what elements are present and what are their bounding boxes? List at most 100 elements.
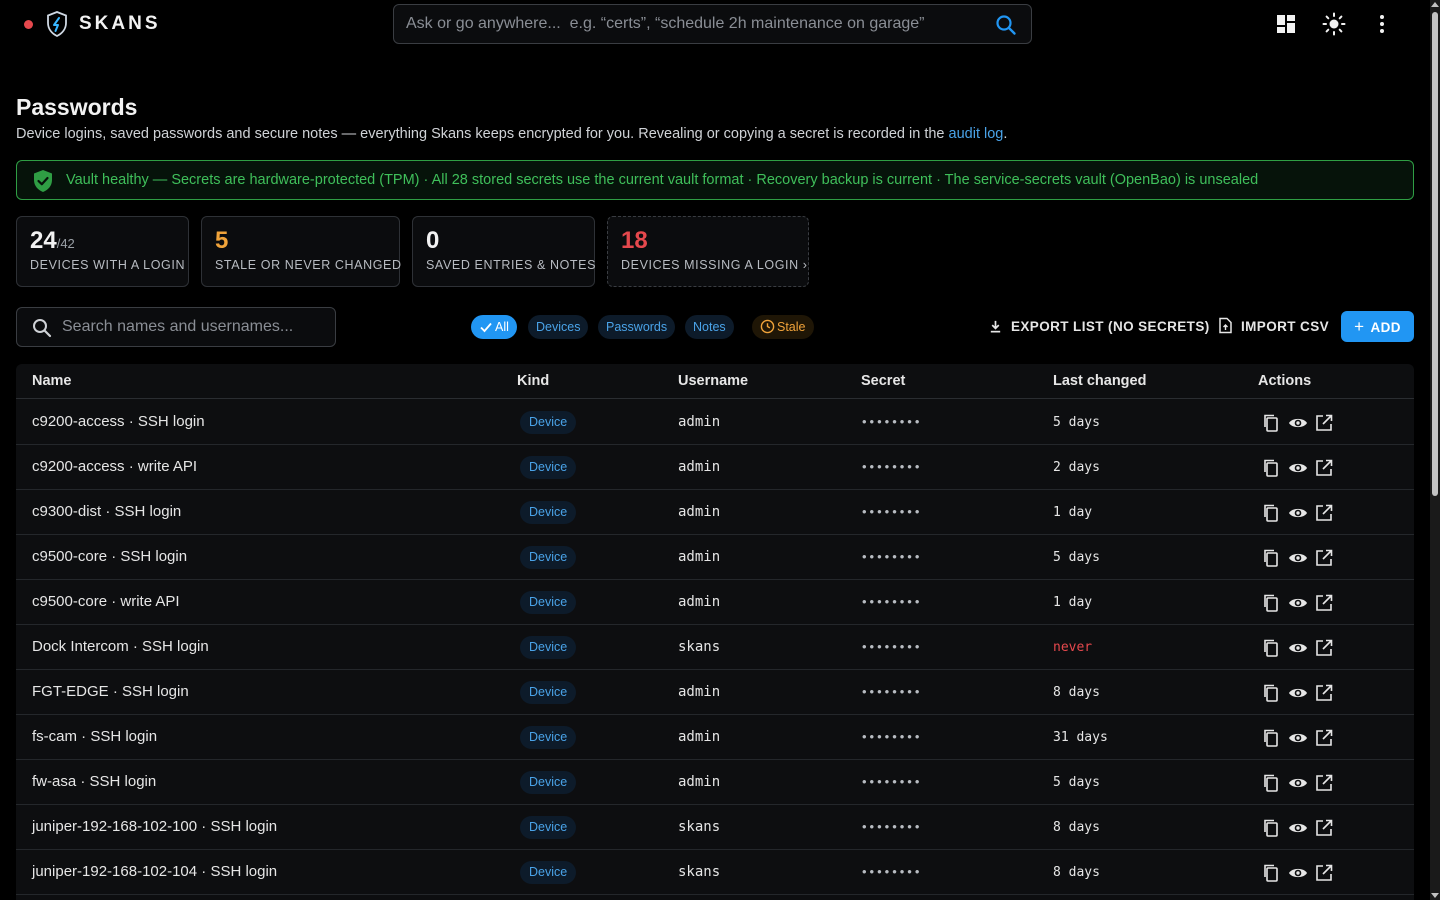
entry-name[interactable]: c9500-core · write API — [32, 593, 180, 610]
copy-icon[interactable] — [1261, 458, 1281, 478]
passwords-table: Name Kind Username Secret Last changed A… — [16, 364, 1414, 900]
export-button[interactable]: EXPORT LIST (NO SECRETS) — [988, 311, 1210, 343]
copy-icon[interactable] — [1261, 548, 1281, 568]
open-external-icon[interactable] — [1314, 638, 1334, 658]
reveal-eye-icon[interactable] — [1288, 503, 1308, 523]
open-external-icon[interactable] — [1314, 458, 1334, 478]
open-external-icon[interactable] — [1314, 683, 1334, 703]
open-external-icon[interactable] — [1314, 818, 1334, 838]
table-row[interactable]: c9300-dist · SSH login Device admin •••••••… — [16, 490, 1414, 535]
reveal-eye-icon[interactable] — [1288, 728, 1308, 748]
table-row[interactable]: juniper-192-168-102-100 · SSH login Devic… — [16, 805, 1414, 850]
reveal-eye-icon[interactable] — [1288, 818, 1308, 838]
masked-secret: •••••••• — [862, 684, 923, 699]
copy-icon[interactable] — [1261, 593, 1281, 613]
open-external-icon[interactable] — [1314, 728, 1334, 748]
scrollbar-thumb[interactable] — [1432, 12, 1438, 496]
entry-name[interactable]: c9300-dist · SSH login — [32, 503, 181, 520]
reveal-eye-icon[interactable] — [1288, 683, 1308, 703]
table-row[interactable]: c9200-access · SSH login Device admin •••••… — [16, 400, 1414, 445]
filter-all[interactable]: All — [471, 315, 517, 339]
export-label: EXPORT LIST (NO SECRETS) — [1011, 319, 1210, 334]
filter-stale[interactable]: Stale — [752, 315, 814, 339]
entry-name[interactable]: c9200-access · SSH login — [32, 413, 205, 430]
col-name[interactable]: Name — [32, 373, 72, 389]
copy-icon[interactable] — [1261, 683, 1281, 703]
stat-devices-with-login[interactable]: 24/42 DEVICES WITH A LOGIN — [16, 216, 189, 287]
reveal-eye-icon[interactable] — [1288, 863, 1308, 883]
kind-badge: Device — [520, 546, 577, 569]
table-row[interactable]: c9500-core · write API Device admin •••••••… — [16, 580, 1414, 625]
table-row[interactable]: juniper-192-168-102-104 · SSH login Devic… — [16, 850, 1414, 895]
table-row[interactable]: c9500-core · SSH login Device admin •••••••… — [16, 535, 1414, 580]
table-row[interactable]: fw-asa · SSH login Device admin •••••••• 5 d… — [16, 760, 1414, 805]
dashboard-icon[interactable] — [1274, 12, 1298, 36]
table-row[interactable]: fs-cam · SSH login Device admin •••••••• 31 … — [16, 715, 1414, 760]
download-icon — [990, 320, 1001, 333]
table-row[interactable]: FGT-EDGE · SSH login Device admin •••••••• 8… — [16, 670, 1414, 715]
open-external-icon[interactable] — [1314, 593, 1334, 613]
scroll-up-icon[interactable] — [1431, 2, 1439, 7]
open-external-icon[interactable] — [1314, 548, 1334, 568]
kind-badge: Device — [520, 681, 577, 704]
entry-name[interactable]: FGT-EDGE · SSH login — [32, 683, 189, 700]
entry-name[interactable]: Dock Intercom · SSH login — [32, 638, 209, 655]
last-changed: 31 days — [1053, 730, 1108, 745]
reveal-eye-icon[interactable] — [1288, 548, 1308, 568]
entry-name[interactable]: juniper-192-168-102-104 · SSH login — [32, 863, 277, 880]
stat-label: STALE OR NEVER CHANGED — [215, 258, 402, 272]
audit-log-link[interactable]: audit log — [949, 126, 1004, 142]
check-icon — [480, 322, 492, 333]
stat-value: 24/42 — [30, 227, 75, 255]
open-external-icon[interactable] — [1314, 863, 1334, 883]
more-menu-icon[interactable] — [1370, 12, 1394, 36]
scroll-down-icon[interactable] — [1431, 893, 1439, 898]
entry-name[interactable]: fs-cam · SSH login — [32, 728, 157, 745]
search-icon[interactable] — [995, 14, 1017, 36]
copy-icon[interactable] — [1261, 773, 1281, 793]
copy-icon[interactable] — [1261, 728, 1281, 748]
add-button[interactable]: + ADD — [1341, 311, 1414, 342]
stat-saved-entries[interactable]: 0 SAVED ENTRIES & NOTES — [412, 216, 595, 287]
page-scrollbar[interactable] — [1430, 0, 1440, 900]
col-kind[interactable]: Kind — [517, 373, 549, 389]
filter-label: Stale — [777, 320, 806, 334]
open-external-icon[interactable] — [1314, 413, 1334, 433]
entry-name[interactable]: fw-asa · SSH login — [32, 773, 156, 790]
copy-icon[interactable] — [1261, 638, 1281, 658]
reveal-eye-icon[interactable] — [1288, 593, 1308, 613]
open-external-icon[interactable] — [1314, 503, 1334, 523]
col-username[interactable]: Username — [678, 373, 748, 389]
copy-icon[interactable] — [1261, 503, 1281, 523]
reveal-eye-icon[interactable] — [1288, 458, 1308, 478]
copy-icon[interactable] — [1261, 413, 1281, 433]
stat-stale[interactable]: 5 STALE OR NEVER CHANGED — [201, 216, 402, 287]
reveal-eye-icon[interactable] — [1288, 773, 1308, 793]
stat-number: 24 — [30, 227, 57, 254]
brand-name[interactable]: SKANS — [79, 13, 161, 35]
copy-icon[interactable] — [1261, 818, 1281, 838]
reveal-eye-icon[interactable] — [1288, 413, 1308, 433]
table-row[interactable]: c9200-access · write API Device admin •••••… — [16, 445, 1414, 490]
entry-name[interactable]: juniper-192-168-102-100 · SSH login — [32, 818, 277, 835]
omnibox[interactable] — [393, 4, 1032, 44]
col-last-changed[interactable]: Last changed — [1053, 373, 1146, 389]
stat-label: DEVICES WITH A LOGIN — [30, 258, 186, 272]
stat-missing-login[interactable]: 18 DEVICES MISSING A LOGIN › — [607, 216, 809, 287]
last-changed: 2 days — [1053, 460, 1100, 475]
search-input[interactable] — [62, 308, 327, 346]
filter-devices[interactable]: Devices — [528, 315, 589, 339]
reveal-eye-icon[interactable] — [1288, 638, 1308, 658]
import-csv-button[interactable]: IMPORT CSV — [1218, 311, 1329, 343]
table-row[interactable]: Dock Intercom · SSH login Device skans ••••… — [16, 625, 1414, 670]
omnibox-input[interactable] — [406, 5, 986, 43]
open-external-icon[interactable] — [1314, 773, 1334, 793]
copy-icon[interactable] — [1261, 863, 1281, 883]
search-box[interactable] — [16, 307, 336, 347]
filter-passwords[interactable]: Passwords — [598, 315, 676, 339]
entry-name[interactable]: c9200-access · write API — [32, 458, 197, 475]
filter-notes[interactable]: Notes — [685, 315, 734, 339]
shield-logo-icon[interactable] — [46, 11, 68, 37]
theme-toggle-icon[interactable] — [1322, 12, 1346, 36]
entry-name[interactable]: c9500-core · SSH login — [32, 548, 187, 565]
